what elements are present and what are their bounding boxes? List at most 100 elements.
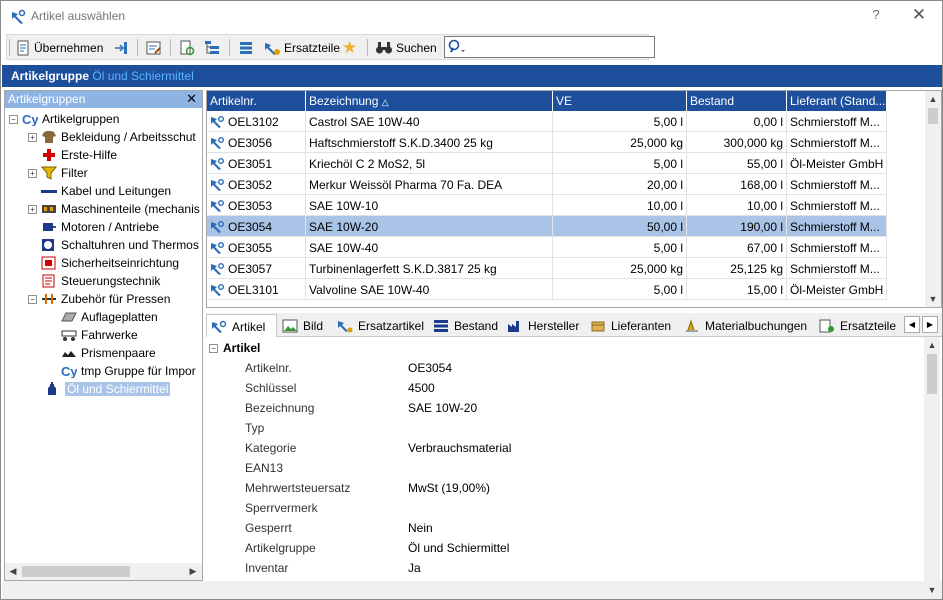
tree-node-label: Maschinenteile (mechanis xyxy=(61,202,200,216)
tree-root[interactable]: − Cy Artikelgruppen xyxy=(9,110,119,128)
article-icon xyxy=(210,199,225,216)
scroll-up-arrow[interactable]: ▲ xyxy=(925,91,941,107)
expander-icon[interactable]: + xyxy=(28,204,37,214)
table-row[interactable]: OE3052 Merkur Weissöl Pharma 70 Fa. DEA 20… xyxy=(207,174,887,195)
cell-text: Schmierstoff M... xyxy=(790,199,880,213)
tree-horizontal-scrollbar[interactable]: ◀ ▶ xyxy=(5,563,202,580)
table-row[interactable]: OE3053 SAE 10W-10 10,00 l 10,00 l Schmiersto… xyxy=(207,195,887,216)
column-header[interactable]: Lieferant (Stand... xyxy=(787,91,887,111)
ersatzteile-button[interactable]: Ersatzteile xyxy=(263,37,340,59)
tree-subitem[interactable]: Auflageplatten xyxy=(61,308,158,326)
column-header[interactable]: Bezeichnung △ xyxy=(306,91,553,111)
tree-view-button[interactable] xyxy=(204,37,220,59)
column-header[interactable]: Artikelnr. xyxy=(207,91,306,111)
tab-materialbuchungen[interactable]: Materialbuchungen xyxy=(680,314,813,337)
scroll-down-arrow[interactable]: ▼ xyxy=(924,581,940,599)
tree-subitem[interactable]: Prismenpaare xyxy=(61,344,156,362)
expander-icon[interactable]: − xyxy=(28,294,37,304)
tree-item[interactable]: Erste-Hilfe xyxy=(28,146,117,164)
detail-vertical-scrollbar[interactable]: ▲ xyxy=(924,337,940,581)
field-value: 4500 xyxy=(408,381,435,395)
article-icon xyxy=(210,262,225,279)
tabs-scroll-right[interactable]: ▶ xyxy=(922,316,938,333)
spare-parts-icon xyxy=(211,320,227,334)
tab-hersteller[interactable]: Hersteller xyxy=(503,314,584,337)
table-cell: OEL3102 xyxy=(207,111,306,132)
table-row[interactable]: OE3054 SAE 10W-20 50,00 l 190,00 l Schmierst… xyxy=(207,216,887,237)
tree-close-button[interactable]: ✕ xyxy=(186,91,197,107)
edit-button[interactable] xyxy=(146,37,162,59)
close-button[interactable]: ✕ xyxy=(909,5,929,25)
table-cell: 50,00 l xyxy=(553,216,687,237)
tree-item[interactable]: + Maschinenteile (mechanis xyxy=(28,200,200,218)
collapse-toggle-icon[interactable]: − xyxy=(209,343,218,353)
table-row[interactable]: OE3056 Haftschmierstoff S.K.D.3400 25 kg 2… xyxy=(207,132,887,153)
tab-artikel[interactable]: Artikel xyxy=(206,314,277,338)
tree-node-label: Filter xyxy=(61,166,88,180)
help-button[interactable]: ? xyxy=(867,7,885,25)
article-icon xyxy=(12,9,26,24)
expander-icon[interactable]: + xyxy=(28,132,37,142)
table-row[interactable]: OE3051 Kriechöl C 2 MoS2, 5l 5,00 l 55,00 l… xyxy=(207,153,887,174)
table-cell: OE3056 xyxy=(207,132,306,153)
tree-item[interactable]: + Bekleidung / Arbeitsschut xyxy=(28,128,196,146)
tab-lieferanten[interactable]: Lieferanten xyxy=(586,314,678,337)
article-grid: Artikelnr. Bezeichnung △ VE Bestand Lieferan… xyxy=(206,90,942,308)
import-button[interactable] xyxy=(113,37,129,59)
scroll-left-arrow[interactable]: ◀ xyxy=(5,563,21,580)
scroll-up-arrow[interactable]: ▲ xyxy=(924,337,940,353)
table-cell: 25,125 kg xyxy=(687,258,787,279)
cell-text: Haftschmierstoff S.K.D.3400 25 kg xyxy=(309,136,493,150)
tree-item[interactable]: Schaltuhren und Thermos xyxy=(28,236,199,254)
expander-icon[interactable]: − xyxy=(9,114,18,124)
table-row[interactable]: OEL3101 Valvoline SAE 10W-40 5,00 l 15,00 l… xyxy=(207,279,887,300)
cell-text: 67,00 l xyxy=(746,241,783,255)
cell-text: 15,00 l xyxy=(746,283,783,297)
tree-item[interactable]: Motoren / Antriebe xyxy=(28,218,159,236)
refresh-doc-button[interactable] xyxy=(179,37,195,59)
table-row[interactable]: OE3057 Turbinenlagerfett S.K.D.3817 25 kg… xyxy=(207,258,887,279)
field-label: Inventar xyxy=(245,561,289,575)
tab-bild[interactable]: Bild xyxy=(278,314,331,337)
scroll-right-arrow[interactable]: ▶ xyxy=(185,563,201,580)
list-button[interactable] xyxy=(238,37,254,59)
cell-text: 5,00 l xyxy=(653,241,683,255)
tree-item[interactable]: Kabel und Leitungen xyxy=(28,182,171,200)
tree-item[interactable]: Steuerungstechnik xyxy=(28,272,160,290)
svg-text:Cy: Cy xyxy=(61,364,77,378)
scroll-down-arrow[interactable]: ▼ xyxy=(925,291,941,307)
tree-item-selected[interactable]: Öl und Schiermittel xyxy=(45,380,171,398)
press-accessory-icon xyxy=(41,292,57,306)
column-header[interactable]: VE xyxy=(553,91,687,111)
detail-section-header[interactable]: − Artikel xyxy=(209,341,260,355)
table-cell: Schmierstoff M... xyxy=(787,258,887,279)
tree-node-label: Artikelgruppen xyxy=(42,112,120,126)
detail-scroll-thumb[interactable] xyxy=(927,354,937,394)
tree-scroll-thumb[interactable] xyxy=(22,566,130,577)
tree-item[interactable]: Sicherheitseinrichtung xyxy=(28,254,179,272)
table-row[interactable]: OEL3102 Castrol SAE 10W-40 5,00 l 0,00 l Sch… xyxy=(207,111,887,132)
grid-scroll-thumb[interactable] xyxy=(928,108,938,124)
tab-bestand[interactable]: Bestand xyxy=(429,314,501,337)
tabs-scroll-left[interactable]: ◀ xyxy=(904,316,920,333)
document-accept-icon xyxy=(17,40,29,56)
column-header[interactable]: Bestand xyxy=(687,91,787,111)
tree-item[interactable]: + Filter xyxy=(28,164,88,182)
chassis-icon xyxy=(61,328,77,342)
expander-icon[interactable]: + xyxy=(28,168,37,178)
suchen-button[interactable]: Suchen xyxy=(375,37,437,59)
tree-item[interactable]: − Zubehör für Pressen xyxy=(28,290,170,308)
table-cell: 20,00 l xyxy=(553,174,687,195)
tree-subitem[interactable]: Cy tmp Gruppe für Impor xyxy=(61,362,196,380)
tab-ersatzartikel[interactable]: Ersatzartikel xyxy=(333,314,427,337)
table-row[interactable]: OE3055 SAE 10W-40 5,00 l 67,00 l Schmierstof… xyxy=(207,237,887,258)
grid-vertical-scrollbar[interactable]: ▲ ▼ xyxy=(925,91,941,307)
cable-icon xyxy=(41,184,57,198)
uebernehmen-button[interactable]: Übernehmen xyxy=(15,37,103,59)
favorite-button[interactable]: ★ xyxy=(342,37,357,59)
field-value: MwSt (19,00%) xyxy=(408,481,491,495)
search-input[interactable] xyxy=(444,36,655,58)
tree-subitem[interactable]: Fahrwerke xyxy=(61,326,138,344)
tab-ersatzteile[interactable]: Ersatzteile xyxy=(815,314,903,337)
sort-ascending-icon: △ xyxy=(381,97,389,107)
